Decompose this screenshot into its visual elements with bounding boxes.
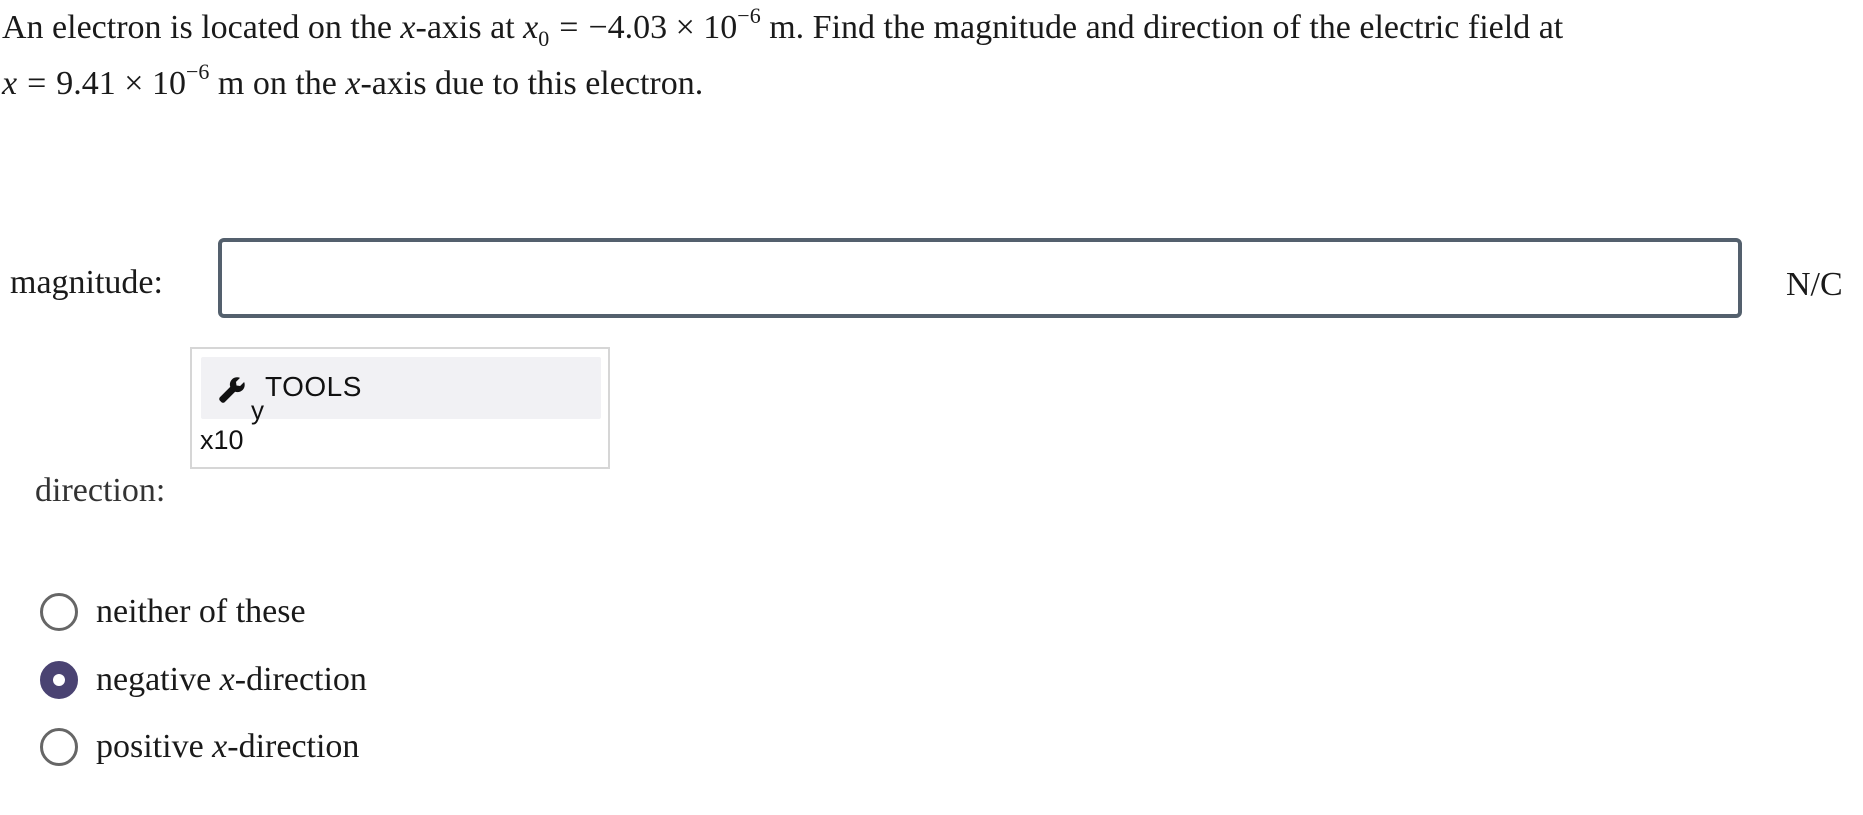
option-text: negative xyxy=(96,661,220,698)
math-variable-x: x xyxy=(345,65,361,102)
direction-option-neither[interactable]: neither of these xyxy=(40,587,306,637)
math-exponent: −6 xyxy=(185,58,210,84)
option-label: negative x-direction xyxy=(96,661,367,699)
question-text-segment: An electron is located on the xyxy=(2,9,401,46)
math-variable-x: x xyxy=(400,9,416,46)
math-subscript: 0 xyxy=(538,25,550,51)
tools-subscript: y xyxy=(251,395,264,425)
math-variable-x: x xyxy=(219,661,235,698)
math-variable-x0: x xyxy=(523,9,539,46)
tools-panel: y TOOLS x10 xyxy=(190,347,610,469)
option-label: neither of these xyxy=(96,593,306,631)
option-label: positive x-direction xyxy=(96,728,359,766)
tools-button[interactable]: y TOOLS xyxy=(201,357,601,425)
option-text: -direction xyxy=(234,661,367,698)
question-text-segment: -axis due to this electron. xyxy=(360,65,704,102)
x10-button[interactable]: x10 xyxy=(200,425,244,456)
radio-button-selected[interactable] xyxy=(40,661,78,699)
option-text: positive xyxy=(96,728,213,765)
option-text: neither of these xyxy=(96,593,306,630)
magnitude-input[interactable] xyxy=(218,238,1742,318)
question-text-segment: m on the xyxy=(209,65,346,102)
math-variable-x: x xyxy=(212,728,228,765)
math-equals: = xyxy=(27,65,47,102)
option-text: -direction xyxy=(227,728,360,765)
question-line-2: x = 9.41 × 10−6 m on the x-axis due to thi… xyxy=(2,56,1842,112)
direction-label: direction: xyxy=(35,472,166,509)
direction-option-positive[interactable]: positive x-direction xyxy=(40,722,359,772)
math-equals: = xyxy=(559,9,579,46)
question-line-1: An electron is located on the x-axis at … xyxy=(2,0,1842,56)
x-value: 9.41 × 10 xyxy=(56,65,186,102)
question-text-segment: m. Find the magnitude and direction of t… xyxy=(760,9,1564,46)
magnitude-label: magnitude: xyxy=(10,264,163,301)
radio-button[interactable] xyxy=(40,728,78,766)
magnitude-unit: N/C xyxy=(1786,266,1843,303)
question-text: An electron is located on the x-axis at … xyxy=(2,0,1842,112)
tools-label: TOOLS xyxy=(265,371,362,402)
direction-option-negative[interactable]: negative x-direction xyxy=(40,655,367,705)
radio-button[interactable] xyxy=(40,593,78,631)
wrench-icon xyxy=(219,377,245,403)
question-text-segment: -axis at xyxy=(415,9,524,46)
x0-value: −4.03 × 10 xyxy=(588,9,738,46)
math-variable-x: x xyxy=(2,65,18,102)
math-exponent: −6 xyxy=(737,2,761,28)
